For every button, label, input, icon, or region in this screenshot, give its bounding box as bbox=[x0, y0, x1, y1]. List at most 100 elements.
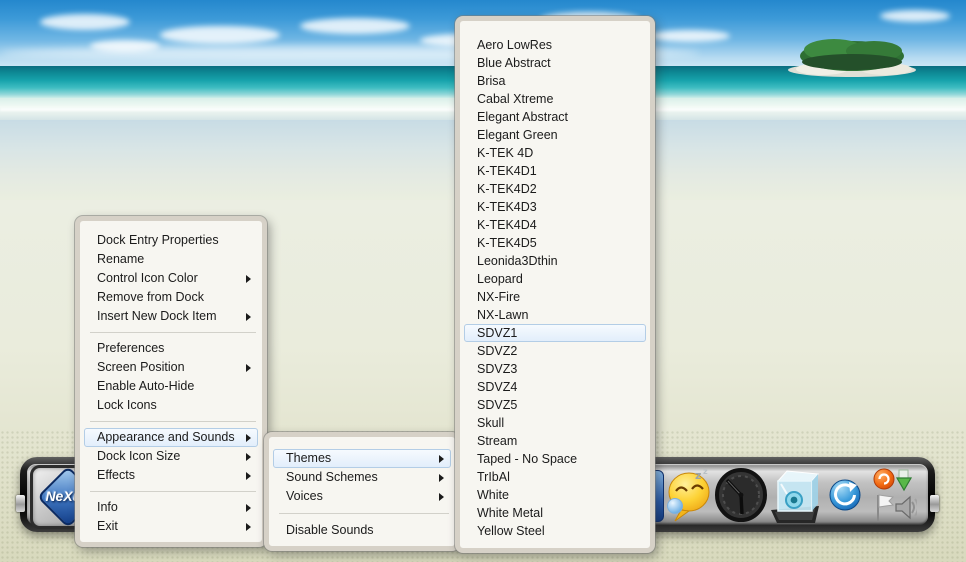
menu-item-label: Control Icon Color bbox=[97, 271, 198, 285]
menu-item-label: Dock Entry Properties bbox=[97, 233, 219, 247]
menu-item-stream[interactable]: Stream bbox=[464, 432, 646, 450]
menu-item-k-tek-4d[interactable]: K-TEK 4D bbox=[464, 144, 646, 162]
menu-item-elegant-green[interactable]: Elegant Green bbox=[464, 126, 646, 144]
menu-item-exit[interactable]: Exit bbox=[84, 517, 258, 536]
sleeping-emoji-icon[interactable]: z z bbox=[665, 467, 711, 523]
menu-item-control-icon-color[interactable]: Control Icon Color bbox=[84, 269, 258, 288]
menu-item-label: Effects bbox=[97, 468, 135, 482]
menu-item-screen-position[interactable]: Screen Position bbox=[84, 358, 258, 377]
menu-item-white-metal[interactable]: White Metal bbox=[464, 504, 646, 522]
menu-item-leopard[interactable]: Leopard bbox=[464, 270, 646, 288]
menu-item-sound-schemes[interactable]: Sound Schemes bbox=[273, 468, 451, 487]
dock-context-menu: Dock Entry Properties Rename Control Icon … bbox=[75, 216, 267, 547]
menu-item-label: Preferences bbox=[97, 341, 164, 355]
menu-item-themes[interactable]: Themes bbox=[273, 449, 451, 468]
menu-item-leonida3dthin[interactable]: Leonida3Dthin bbox=[464, 252, 646, 270]
menu-item-elegant-abstract[interactable]: Elegant Abstract bbox=[464, 108, 646, 126]
ice-cube-icon[interactable] bbox=[769, 466, 821, 524]
menu-item-label: Sound Schemes bbox=[286, 470, 378, 484]
menu-item-appearance-and-sounds[interactable]: Appearance and Sounds bbox=[84, 428, 258, 447]
menu-item-label: Screen Position bbox=[97, 360, 185, 374]
menu-item-label: Leopard bbox=[477, 272, 523, 286]
menu-item-white[interactable]: White bbox=[464, 486, 646, 504]
menu-item-label: Exit bbox=[97, 519, 118, 533]
menu-item-sdvz1[interactable]: SDVZ1 bbox=[464, 324, 646, 342]
menu-item-enable-auto-hide[interactable]: Enable Auto-Hide bbox=[84, 377, 258, 396]
menu-item-sdvz4[interactable]: SDVZ4 bbox=[464, 378, 646, 396]
menu-item-label: K-TEK4D5 bbox=[477, 236, 537, 250]
menu-item-label: White bbox=[477, 488, 509, 502]
menu-item-label: K-TEK4D1 bbox=[477, 164, 537, 178]
svg-text:z: z bbox=[695, 469, 701, 482]
menu-item-cabal-xtreme[interactable]: Cabal Xtreme bbox=[464, 90, 646, 108]
cloud bbox=[300, 18, 410, 34]
menu-separator bbox=[90, 491, 256, 492]
menu-item-effects[interactable]: Effects bbox=[84, 466, 258, 485]
menu-item-label: Info bbox=[97, 500, 118, 514]
menu-item-label: TrIbAl bbox=[477, 470, 510, 484]
menu-separator bbox=[90, 421, 256, 422]
menu-item-label: Leonida3Dthin bbox=[477, 254, 558, 268]
menu-item-label: Cabal Xtreme bbox=[477, 92, 553, 106]
menu-item-k-tek4d4[interactable]: K-TEK4D4 bbox=[464, 216, 646, 234]
submenu-arrow-icon bbox=[439, 493, 444, 501]
menu-item-nx-lawn[interactable]: NX-Lawn bbox=[464, 306, 646, 324]
menu-item-k-tek4d2[interactable]: K-TEK4D2 bbox=[464, 180, 646, 198]
menu-item-nx-fire[interactable]: NX-Fire bbox=[464, 288, 646, 306]
menu-item-tribal[interactable]: TrIbAl bbox=[464, 468, 646, 486]
menu-item-label: Stream bbox=[477, 434, 517, 448]
menu-item-blue-abstract[interactable]: Blue Abstract bbox=[464, 54, 646, 72]
clock-icon[interactable] bbox=[715, 467, 767, 523]
desktop: NeXuS z bbox=[0, 0, 966, 562]
dock-hinge-left bbox=[16, 495, 25, 512]
submenu-arrow-icon bbox=[246, 504, 251, 512]
menu-item-sdvz3[interactable]: SDVZ3 bbox=[464, 360, 646, 378]
menu-item-label: Enable Auto-Hide bbox=[97, 379, 194, 393]
menu-item-preferences[interactable]: Preferences bbox=[84, 339, 258, 358]
menu-item-label: NX-Lawn bbox=[477, 308, 528, 322]
menu-item-k-tek4d5[interactable]: K-TEK4D5 bbox=[464, 234, 646, 252]
submenu-arrow-icon bbox=[246, 472, 251, 480]
menu-item-label: SDVZ5 bbox=[477, 398, 517, 412]
menu-item-lock-icons[interactable]: Lock Icons bbox=[84, 396, 258, 415]
menu-item-label: Insert New Dock Item bbox=[97, 309, 216, 323]
menu-item-dock-entry-properties[interactable]: Dock Entry Properties bbox=[84, 231, 258, 250]
themes-submenu: Aero LowRes Blue AbstractBrisa Cabal Xtrem… bbox=[455, 16, 655, 553]
submenu-arrow-icon bbox=[246, 453, 251, 461]
menu-item-label: Aero LowRes bbox=[477, 38, 552, 52]
svg-text:z: z bbox=[703, 467, 708, 476]
menu-item-insert-new-dock-item[interactable]: Insert New Dock Item bbox=[84, 307, 258, 326]
menu-item-sdvz2[interactable]: SDVZ2 bbox=[464, 342, 646, 360]
menu-item-remove-from-dock[interactable]: Remove from Dock bbox=[84, 288, 258, 307]
submenu-arrow-icon bbox=[439, 455, 444, 463]
menu-item-label: SDVZ1 bbox=[477, 326, 517, 340]
menu-item-disable-sounds[interactable]: Disable Sounds bbox=[273, 521, 451, 540]
menu-item-voices[interactable]: Voices bbox=[273, 487, 451, 506]
menu-item-k-tek4d3[interactable]: K-TEK4D3 bbox=[464, 198, 646, 216]
menu-item-k-tek4d1[interactable]: K-TEK4D1 bbox=[464, 162, 646, 180]
menu-item-label: Themes bbox=[286, 451, 331, 465]
menu-item-brisa[interactable]: Brisa bbox=[464, 72, 646, 90]
menu-item-label: Appearance and Sounds bbox=[97, 430, 235, 444]
menu-item-rename[interactable]: Rename bbox=[84, 250, 258, 269]
menu-item-label: Taped - No Space bbox=[477, 452, 577, 466]
menu-item-taped-no-space[interactable]: Taped - No Space bbox=[464, 450, 646, 468]
dock-hinge-right bbox=[930, 495, 939, 512]
menu-item-label: SDVZ3 bbox=[477, 362, 517, 376]
menu-item-label: SDVZ2 bbox=[477, 344, 517, 358]
menu-item-sdvz5[interactable]: SDVZ5 bbox=[464, 396, 646, 414]
sound-flag-icon[interactable] bbox=[873, 468, 917, 522]
menu-item-label: Lock Icons bbox=[97, 398, 157, 412]
refresh-globe-icon[interactable] bbox=[829, 479, 861, 511]
menu-item-dock-icon-size[interactable]: Dock Icon Size bbox=[84, 447, 258, 466]
menu-separator bbox=[90, 332, 256, 333]
menu-item-label: SDVZ4 bbox=[477, 380, 517, 394]
cloud bbox=[40, 14, 130, 30]
menu-item-skull[interactable]: Skull bbox=[464, 414, 646, 432]
menu-item-label: Skull bbox=[477, 416, 504, 430]
menu-item-info[interactable]: Info bbox=[84, 498, 258, 517]
menu-item-label: Remove from Dock bbox=[97, 290, 204, 304]
menu-item-aero-lowres[interactable]: Aero LowRes bbox=[464, 36, 646, 54]
menu-item-yellow-steel[interactable]: Yellow Steel bbox=[464, 522, 646, 540]
menu-item-label: Disable Sounds bbox=[286, 523, 374, 537]
